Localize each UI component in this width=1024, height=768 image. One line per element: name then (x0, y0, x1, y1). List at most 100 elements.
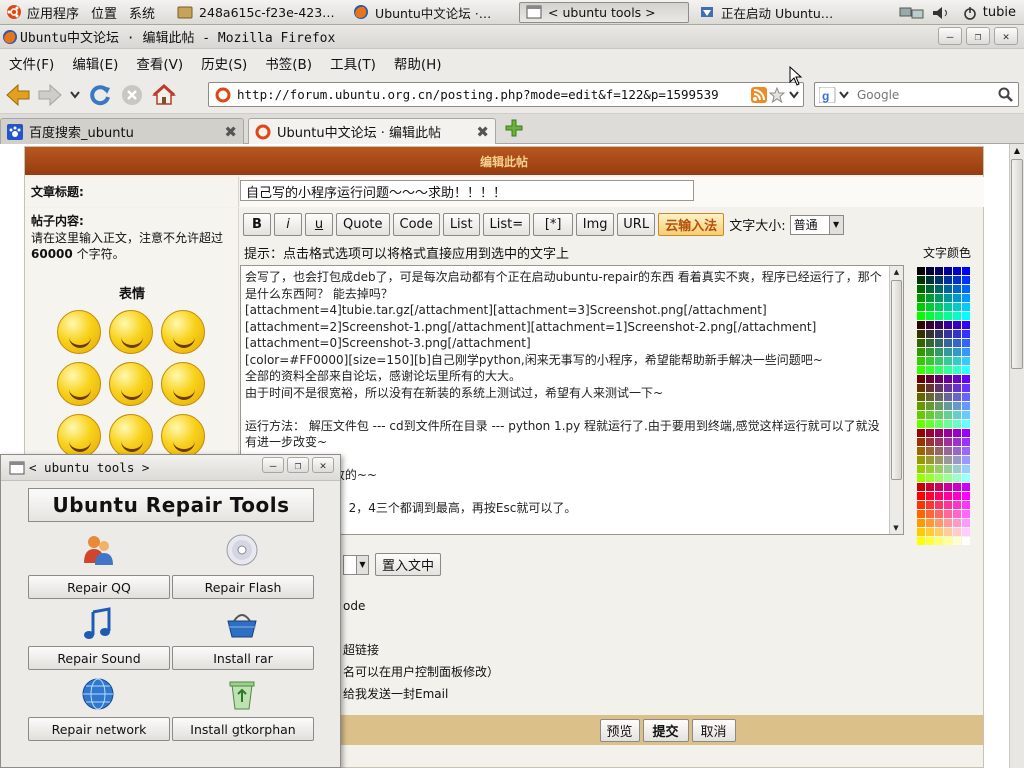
color-swatch[interactable] (962, 483, 970, 491)
applications-menu[interactable]: 应用程序 (0, 0, 85, 25)
color-swatch[interactable] (962, 402, 970, 410)
textarea-scrollbar[interactable]: ▲ ▼ (889, 266, 903, 534)
color-swatch[interactable] (944, 537, 952, 545)
color-swatch[interactable] (962, 420, 970, 428)
list-button[interactable]: List (442, 213, 480, 236)
color-swatch[interactable] (962, 510, 970, 518)
color-swatch[interactable] (935, 501, 943, 509)
color-swatch[interactable] (935, 429, 943, 437)
url-button[interactable]: URL (617, 213, 656, 236)
color-swatch[interactable] (953, 330, 961, 338)
color-swatch[interactable] (944, 411, 952, 419)
color-swatch[interactable] (935, 537, 943, 545)
color-swatch[interactable] (926, 312, 934, 320)
color-swatch[interactable] (935, 465, 943, 473)
color-swatch[interactable] (926, 267, 934, 275)
color-swatch[interactable] (917, 447, 925, 455)
menu-history[interactable]: 历史(S) (192, 53, 256, 73)
color-swatch[interactable] (953, 501, 961, 509)
color-swatch[interactable] (953, 294, 961, 302)
reload-button[interactable] (84, 80, 116, 110)
home-button[interactable] (148, 80, 180, 110)
color-swatch[interactable] (926, 294, 934, 302)
tools-close-button[interactable]: ✕ (312, 457, 334, 473)
preview-button[interactable]: 预览 (599, 718, 640, 742)
color-swatch[interactable] (962, 348, 970, 356)
option-notify-reply[interactable]: 给我发送一封Email (343, 683, 499, 705)
color-swatch[interactable] (926, 348, 934, 356)
color-swatch[interactable] (926, 393, 934, 401)
color-swatch[interactable] (944, 384, 952, 392)
power-icon[interactable] (961, 5, 979, 21)
img-button[interactable]: Img (576, 213, 615, 236)
color-palette[interactable] (917, 267, 977, 546)
emoticon-cool[interactable] (57, 414, 101, 458)
color-swatch[interactable] (926, 375, 934, 383)
color-swatch[interactable] (917, 429, 925, 437)
color-swatch[interactable] (953, 285, 961, 293)
quote-button[interactable]: Quote (336, 213, 390, 236)
search-icon[interactable] (998, 87, 1014, 103)
color-swatch[interactable] (953, 537, 961, 545)
insert-attachment-button[interactable]: 置入文中 (375, 553, 442, 576)
color-swatch[interactable] (962, 312, 970, 320)
color-swatch[interactable] (935, 276, 943, 284)
chevron-down-icon[interactable] (789, 90, 799, 99)
color-swatch[interactable] (926, 402, 934, 410)
bookmark-star-icon[interactable] (769, 86, 785, 103)
menu-edit[interactable]: 编辑(E) (63, 53, 127, 73)
color-swatch[interactable] (917, 303, 925, 311)
color-swatch[interactable] (935, 357, 943, 365)
color-swatch[interactable] (944, 276, 952, 284)
color-swatch[interactable] (926, 537, 934, 545)
color-swatch[interactable] (944, 285, 952, 293)
color-swatch[interactable] (917, 519, 925, 527)
color-swatch[interactable] (962, 429, 970, 437)
color-swatch[interactable] (935, 519, 943, 527)
emoticon-happy[interactable] (109, 414, 153, 458)
emoticon-tongue[interactable] (109, 310, 153, 354)
color-swatch[interactable] (917, 321, 925, 329)
list-item-button[interactable]: [*] (533, 213, 574, 236)
color-swatch[interactable] (962, 384, 970, 392)
color-swatch[interactable] (953, 339, 961, 347)
color-swatch[interactable] (917, 492, 925, 500)
emoticon-smile[interactable] (57, 310, 101, 354)
italic-button[interactable]: i (274, 213, 302, 236)
emoticon-grin[interactable] (161, 362, 205, 406)
color-swatch[interactable] (935, 447, 943, 455)
tab-baidu[interactable]: 百度搜索_ubuntu ✖ (0, 118, 244, 144)
scroll-up-icon[interactable]: ▲ (890, 266, 903, 278)
repair-flash-button[interactable]: Repair Flash (172, 575, 314, 599)
color-swatch[interactable] (926, 303, 934, 311)
tools-minimize-button[interactable]: — (262, 457, 284, 473)
close-button[interactable]: ✕ (994, 27, 1018, 45)
color-swatch[interactable] (962, 447, 970, 455)
color-swatch[interactable] (935, 456, 943, 464)
stop-button[interactable] (116, 80, 148, 110)
emoticon-dizzy[interactable] (161, 414, 205, 458)
tools-maximize-button[interactable]: ❐ (287, 457, 309, 473)
color-swatch[interactable] (935, 483, 943, 491)
color-swatch[interactable] (917, 510, 925, 518)
color-swatch[interactable] (926, 330, 934, 338)
color-swatch[interactable] (917, 456, 925, 464)
tab-ubuntu-forum[interactable]: Ubuntu中文论坛 · 编辑此帖 ✖ (248, 118, 496, 144)
color-swatch[interactable] (962, 492, 970, 500)
color-swatch[interactable] (917, 375, 925, 383)
color-swatch[interactable] (917, 357, 925, 365)
color-swatch[interactable] (944, 456, 952, 464)
color-swatch[interactable] (935, 339, 943, 347)
history-dropdown[interactable] (66, 80, 84, 110)
option-disable-links[interactable]: 超链接 (343, 639, 499, 661)
maximize-button[interactable]: ❐ (966, 27, 990, 45)
color-swatch[interactable] (953, 321, 961, 329)
color-swatch[interactable] (917, 339, 925, 347)
color-swatch[interactable] (917, 366, 925, 374)
color-swatch[interactable] (953, 411, 961, 419)
color-swatch[interactable] (962, 393, 970, 401)
menu-tools[interactable]: 工具(T) (321, 53, 385, 73)
color-swatch[interactable] (944, 420, 952, 428)
color-swatch[interactable] (917, 312, 925, 320)
install-gtkorphan-button[interactable]: Install gtkorphan (172, 717, 314, 741)
